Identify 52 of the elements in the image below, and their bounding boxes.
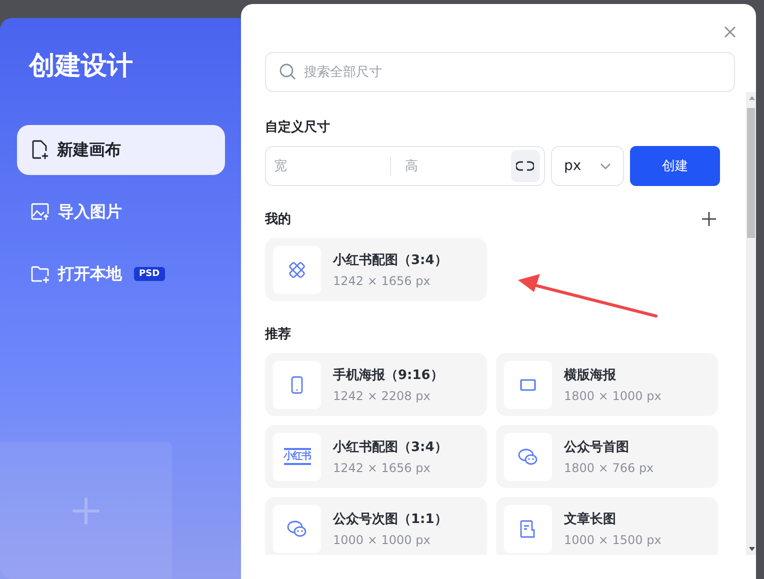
preset-size: 1000 × 1000 px (333, 533, 432, 547)
document-icon (520, 520, 536, 538)
preset-name: 小红书配图（3:4） (333, 439, 448, 456)
link-ratio-button[interactable] (510, 150, 540, 182)
chat-bubbles-icon (518, 448, 538, 466)
size-preset-card[interactable]: 公众号次图（1:1） 1000 × 1000 px (265, 497, 487, 555)
plus-icon (72, 496, 100, 524)
size-preset-card[interactable]: 小红书 小红书配图（3:4） 1242 × 1656 px (265, 425, 487, 488)
sidebar-item[interactable]: 新建画布 (17, 125, 225, 175)
preset-size: 1242 × 1656 px (333, 461, 432, 475)
section-title: 我的 (265, 211, 291, 228)
folder-plus-icon (31, 266, 50, 282)
preset-name: 公众号次图（1:1） (333, 511, 448, 528)
preset-size: 1800 × 766 px (564, 461, 654, 475)
sidebar-item-label: 打开本地 (58, 264, 122, 284)
close-icon (722, 24, 738, 40)
section-title: 自定义尺寸 (265, 118, 330, 136)
preset-name: 横版海报 (564, 367, 617, 384)
preset-name: 手机海报（9:16） (333, 366, 444, 384)
rectangle-icon (520, 378, 536, 390)
size-preset-card[interactable]: 文章长图 1000 × 1500 px (496, 497, 718, 555)
chevron-down-icon (600, 162, 611, 170)
search-field[interactable]: 搜索全部尺寸 (265, 52, 735, 92)
scrollbar-track[interactable] (746, 92, 756, 555)
scrollbar-thumb[interactable] (747, 108, 755, 238)
sidebar-item[interactable]: 导入图片 (17, 187, 225, 237)
section-title: 推荐 (265, 326, 291, 343)
create-button[interactable]: 创建 (630, 146, 720, 186)
preset-size: 1242 × 2208 px (333, 389, 432, 403)
sidebar-item[interactable]: 打开本地 PSD (17, 249, 225, 299)
image-upload-icon (31, 203, 50, 221)
close-button[interactable] (722, 24, 738, 40)
size-preset-card[interactable]: 手机海报（9:16） 1242 × 2208 px (265, 353, 487, 416)
preset-name: 文章长图 (564, 510, 617, 528)
preset-size: 1800 × 1000 px (564, 389, 662, 403)
chat-bubbles-icon (287, 520, 307, 538)
add-icon[interactable] (702, 212, 716, 226)
preset-name: 公众号首图 (564, 439, 630, 456)
dialog-title: 创建设计 (29, 50, 134, 83)
format-badge: PSD (134, 267, 165, 281)
preset-size: 1000 × 1500 px (564, 533, 662, 547)
file-plus-icon (31, 140, 49, 160)
phone-icon (291, 376, 303, 394)
unit-dropdown[interactable]: px (551, 146, 624, 186)
link-icon (516, 161, 534, 171)
sidebar-item-label: 导入图片 (58, 202, 122, 222)
size-preset-card[interactable]: 公众号首图 1800 × 766 px (496, 425, 718, 488)
size-preset-card[interactable]: 横版海报 1800 × 1000 px (496, 353, 718, 416)
sidebar-item-label: 新建画布 (57, 140, 121, 160)
preset-name: 小红书配图（3:4） (333, 252, 448, 269)
size-preset-card[interactable]: 小红书配图（3:4） 1242 × 1656 px (265, 238, 487, 301)
preset-size: 1242 × 1656 px (333, 274, 432, 288)
